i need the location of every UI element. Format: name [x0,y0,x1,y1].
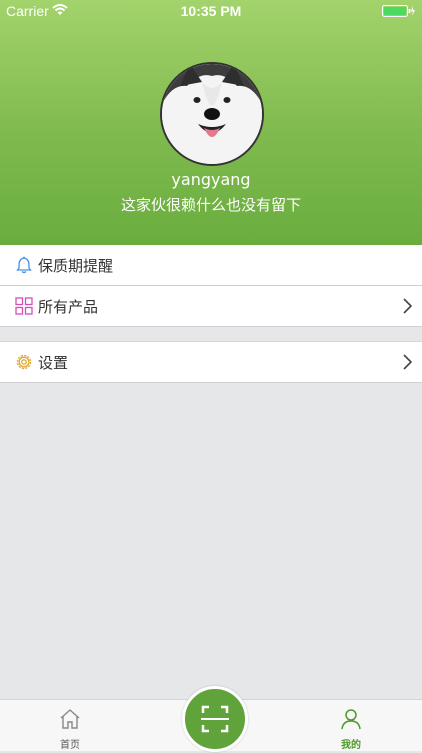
menu-item-all-products[interactable]: 所有产品 [0,286,422,327]
battery-icon [382,5,416,21]
tab-mine[interactable]: 我的 [321,708,381,751]
menu-item-label: 保质期提醒 [38,257,114,275]
scan-button[interactable] [182,686,248,752]
menu-item-settings[interactable]: 设置 [0,341,422,383]
avatar[interactable] [160,62,264,166]
profile-header: Carrier 10:35 PM yangyang 这家伙很赖什么也没有留下 [0,0,422,245]
menu-item-expiry-reminder[interactable]: 保质期提醒 [0,245,422,286]
menu-item-label: 设置 [38,354,69,372]
tab-home[interactable]: 首页 [40,708,100,751]
chevron-right-icon [402,298,413,318]
dog-avatar-image [162,64,262,164]
scan-icon [185,705,245,753]
status-bar: Carrier 10:35 PM [0,0,422,22]
tab-label: 我的 [341,740,361,751]
user-bio: 这家伙很赖什么也没有留下 [120,196,301,214]
status-time: 10:35 PM [180,3,242,19]
bell-icon [15,256,33,274]
gear-icon [15,353,33,371]
grid-icon [15,297,33,315]
chevron-right-icon [402,354,413,374]
menu-item-label: 所有产品 [38,298,99,316]
user-icon [339,709,363,734]
tab-label: 首页 [60,740,80,751]
username: yangyang [171,170,251,189]
home-icon [58,709,82,734]
